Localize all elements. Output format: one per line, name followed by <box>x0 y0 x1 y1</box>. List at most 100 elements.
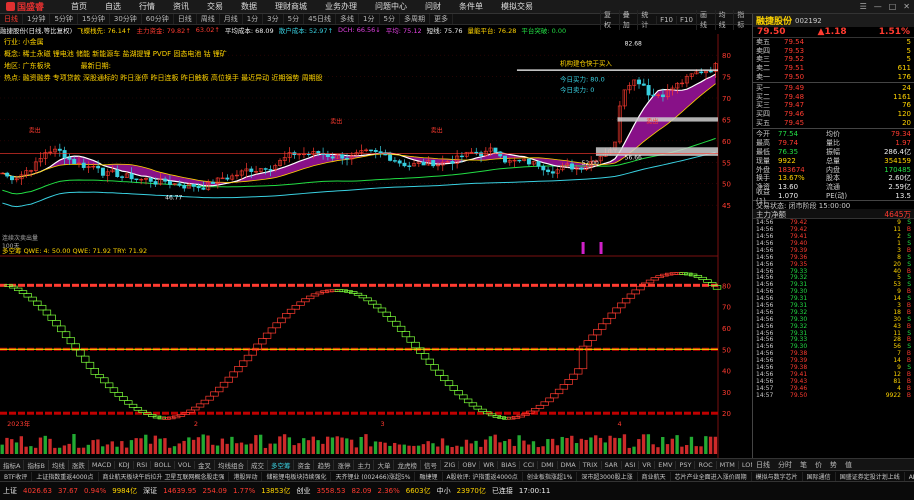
period-tab-2[interactable]: 5分钟 <box>50 14 78 24</box>
indicator-tab-2[interactable]: 均线 <box>49 459 69 470</box>
indicator-tab-19[interactable]: 信号 <box>421 459 441 470</box>
indicator-tab-15[interactable]: 涨停 <box>334 459 355 470</box>
period-tab-9[interactable]: 1分 <box>243 14 264 24</box>
indicator-tab-10[interactable]: 均线组合 <box>215 459 248 470</box>
indicator-tab-30[interactable]: VR <box>639 460 656 469</box>
indicator-tab-16[interactable]: 主力 <box>354 459 375 470</box>
period-tab-4[interactable]: 30分钟 <box>110 14 142 24</box>
news-item[interactable]: 商业航天 <box>638 471 671 481</box>
indicator-tab-25[interactable]: DMI <box>538 460 558 469</box>
indicator-tab-12[interactable]: 多空筹 <box>268 459 295 470</box>
news-item[interactable]: 港股异动 <box>229 471 263 481</box>
period-tab-15[interactable]: 5分 <box>380 14 400 24</box>
quote-tab-0[interactable]: 日线 <box>752 460 774 470</box>
indicator-tab-27[interactable]: TRIX <box>580 460 602 469</box>
chart-area[interactable]: 80 75 70 65 60 55 50 45 80 70 60 50 40 30 20 82.68 46.77… <box>0 34 752 491</box>
tick-list[interactable]: 14:56 79.42 9 S 14:56 79.42 11 B 14:56 79.41 2 S 14:… <box>753 219 914 398</box>
period-tab-6[interactable]: 日线 <box>174 14 197 24</box>
indicator-tab-7[interactable]: BOLL <box>151 460 175 469</box>
indicator-tab-0[interactable]: 指标A <box>0 459 25 470</box>
chart-tool-3[interactable]: F10 <box>656 15 676 24</box>
indicator-tab-31[interactable]: EMV <box>655 460 677 469</box>
menu-item-8[interactable]: 问题中心 <box>366 1 416 12</box>
period-tab-5[interactable]: 60分钟 <box>142 14 174 24</box>
quote-tab-1[interactable]: 分时 <box>774 460 796 470</box>
period-tab-7[interactable]: 周线 <box>197 14 220 24</box>
news-item[interactable]: 深市超3000股上涨 <box>577 471 638 481</box>
indicator-tab-28[interactable]: SAR <box>602 460 622 469</box>
window-control-icon-3[interactable]: ✕ <box>903 2 910 11</box>
menu-item-1[interactable]: 自选 <box>96 1 130 12</box>
news-item[interactable]: 储能锂电板块持续强化 <box>262 471 332 481</box>
period-tab-17[interactable]: 更多 <box>430 14 453 24</box>
window-control-icon-1[interactable]: — <box>874 2 882 11</box>
indicator-tab-29[interactable]: ASI <box>622 460 640 469</box>
indicator-tab-35[interactable]: LONGTERM <box>739 461 752 469</box>
quote-tab-4[interactable]: 势 <box>826 460 841 470</box>
indicator-tab-5[interactable]: KDJ <box>115 460 134 469</box>
menu-item-6[interactable]: 理财商城 <box>266 1 316 12</box>
news-item[interactable]: 芯片产业全面进入涨价周期 <box>671 471 752 481</box>
period-tab-3[interactable]: 15分钟 <box>78 14 110 24</box>
news-item[interactable]: 融捷锂 <box>415 471 443 481</box>
period-tab-10[interactable]: 3分 <box>263 14 284 24</box>
indicator-tab-11[interactable]: 成交 <box>248 459 268 470</box>
indicator-tab-32[interactable]: PSY <box>676 460 696 469</box>
quote-tab-2[interactable]: 笔 <box>796 460 811 470</box>
indicator-tab-21[interactable]: OBV <box>459 460 481 469</box>
indicator-tab-33[interactable]: ROC <box>695 460 717 469</box>
indicator-tab-23[interactable]: BIAS <box>498 460 521 469</box>
indicator-tab-4[interactable]: MACD <box>89 460 116 469</box>
window-control-icon-2[interactable]: □ <box>889 2 897 11</box>
indicator-tab-3[interactable]: 涨跌 <box>69 459 89 470</box>
news-item[interactable]: 商业航天板块午后拉升 卫星互联网概念股走强 <box>99 471 230 481</box>
period-tab-16[interactable]: 多周期 <box>400 14 430 24</box>
period-tab-8[interactable]: 月线 <box>220 14 243 24</box>
news-item[interactable]: 国际通信 <box>803 471 836 481</box>
indicator-tab-9[interactable]: 金叉 <box>195 459 215 470</box>
indicator-tab-34[interactable]: MTM <box>717 460 739 469</box>
indicator-tab-20[interactable]: ZIG <box>441 460 460 469</box>
news-item[interactable]: 上证指数重返4000点 <box>32 471 99 481</box>
menu-item-3[interactable]: 资讯 <box>164 1 198 12</box>
app-logo[interactable]: 国盛睿 <box>0 0 62 13</box>
indicator-tab-17[interactable]: 大单 <box>374 459 395 470</box>
menu-item-11[interactable]: 模拟交易 <box>492 1 542 12</box>
indicator-tab-18[interactable]: 龙虎榜 <box>394 459 421 470</box>
news-item[interactable]: 模拟与数字芯片 <box>752 471 803 481</box>
indicator-tab-1[interactable]: 指标B <box>24 459 49 470</box>
news-item[interactable]: AI产业链 <box>905 472 914 481</box>
kline-chart[interactable]: 80 75 70 65 60 55 50 45 80 70 60 50 40 30 20 82.68 46.77… <box>0 34 752 458</box>
indicator-tab-24[interactable]: CCI <box>520 460 539 469</box>
menu-item-7[interactable]: 业务办理 <box>316 1 366 12</box>
indicator-tab-22[interactable]: WR <box>480 460 499 469</box>
indicator-tab-14[interactable]: 趋势 <box>314 459 335 470</box>
indicator-tab-13[interactable]: 资金 <box>294 459 315 470</box>
news-item[interactable]: 国盛证券定投计划上线 <box>836 471 905 481</box>
chart-tool-4[interactable]: F10 <box>676 15 696 24</box>
quote-tab-3[interactable]: 价 <box>811 460 826 470</box>
period-tab-12[interactable]: 45日线 <box>304 14 337 24</box>
window-control-icon-0[interactable]: ☰ <box>860 2 867 11</box>
period-tab-1[interactable]: 1分钟 <box>23 14 51 24</box>
menu-item-10[interactable]: 条件单 <box>450 1 492 12</box>
period-tab-11[interactable]: 5分 <box>284 14 305 24</box>
menu-item-0[interactable]: 首页 <box>62 1 96 12</box>
news-item[interactable]: 天齐锂业 (002466)涨超5% <box>331 471 416 481</box>
menu-item-5[interactable]: 数据 <box>232 1 266 12</box>
menu-item-2[interactable]: 行情 <box>130 1 164 12</box>
news-item[interactable]: A股收评: 沪指重返4000点 <box>443 471 523 481</box>
menu-item-9[interactable]: 问财 <box>416 1 450 12</box>
bid-row[interactable]: 买五 79.45 20 <box>753 118 914 127</box>
period-tab-0[interactable]: 日线 <box>0 14 23 24</box>
menu-item-4[interactable]: 交易 <box>198 1 232 12</box>
quote-tab-5[interactable]: 值 <box>841 460 856 470</box>
indicator-tab-8[interactable]: VOL <box>175 460 195 469</box>
period-tab-13[interactable]: 多线 <box>336 14 360 24</box>
indicator-tab-26[interactable]: DMA <box>558 460 580 469</box>
ask-row[interactable]: 卖一 79.50 176 <box>753 72 914 81</box>
news-item[interactable]: BTF收评 <box>0 471 33 481</box>
news-item[interactable]: 创业板指涨超1% <box>523 471 578 481</box>
indicator-tab-6[interactable]: RSI <box>134 460 152 469</box>
period-tab-14[interactable]: 1分 <box>359 14 380 24</box>
